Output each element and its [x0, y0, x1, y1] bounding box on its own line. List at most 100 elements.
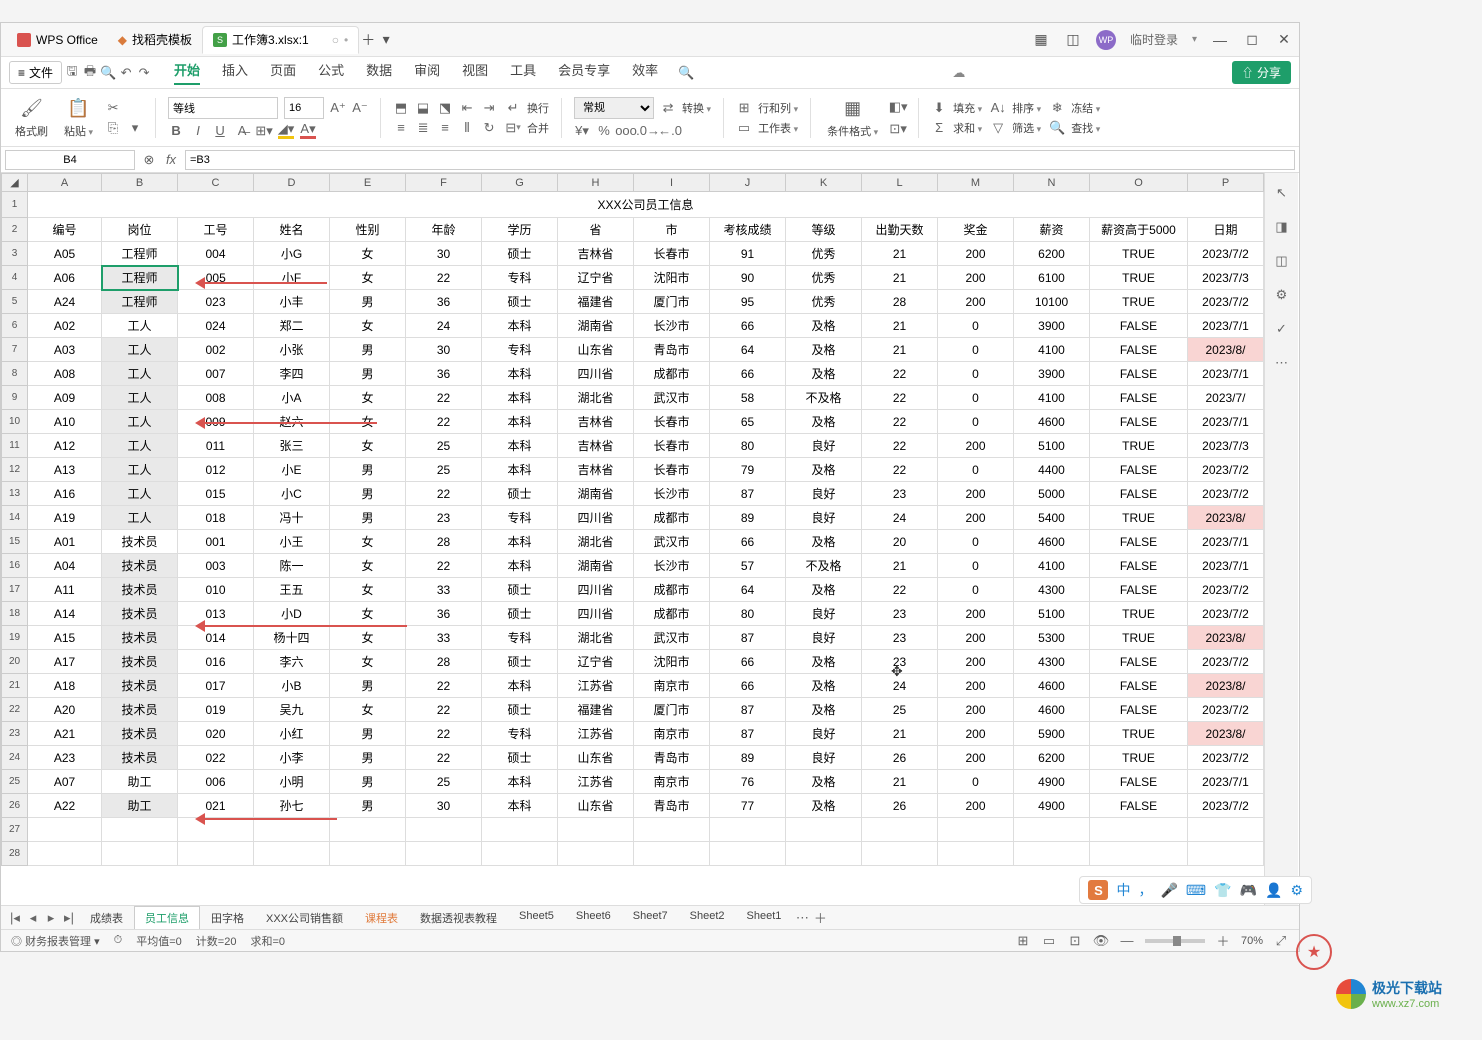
search-icon[interactable]: 🔍 — [678, 65, 694, 81]
cell[interactable]: 本科 — [482, 362, 558, 386]
cell[interactable]: 工人 — [102, 314, 178, 338]
menu-tab-4[interactable]: 数据 — [366, 60, 392, 85]
sheet-tab[interactable]: 成绩表 — [79, 906, 134, 930]
row-header[interactable]: 2 — [2, 218, 28, 242]
cell[interactable]: 南京市 — [634, 674, 710, 698]
cell[interactable]: 女 — [330, 434, 406, 458]
col-header-E[interactable]: E — [330, 174, 406, 192]
cell[interactable]: 吉林省 — [558, 458, 634, 482]
cell[interactable]: FALSE — [1090, 362, 1188, 386]
sb-select-icon[interactable]: ↖ — [1274, 185, 1290, 201]
cell[interactable]: 57 — [710, 554, 786, 578]
cell[interactable]: 专科 — [482, 338, 558, 362]
align-left-icon[interactable]: ≡ — [393, 120, 409, 136]
zoom-in-icon[interactable]: ＋ — [1215, 933, 1231, 949]
cell[interactable]: 及格 — [786, 650, 862, 674]
cell[interactable]: A09 — [28, 386, 102, 410]
cell[interactable]: FALSE — [1090, 458, 1188, 482]
cell[interactable]: 及格 — [786, 314, 862, 338]
cell[interactable]: 男 — [330, 290, 406, 314]
cell[interactable]: 良好 — [786, 722, 862, 746]
cell[interactable]: 福建省 — [558, 698, 634, 722]
copy-icon[interactable]: ⎘ — [105, 120, 121, 136]
cell[interactable]: 89 — [710, 746, 786, 770]
cell[interactable]: 湖南省 — [558, 482, 634, 506]
cell[interactable]: FALSE — [1090, 314, 1188, 338]
cell[interactable]: 女 — [330, 578, 406, 602]
sum-icon[interactable]: Σ — [931, 120, 947, 136]
cell[interactable]: 4600 — [1014, 698, 1090, 722]
cell[interactable]: 006 — [178, 770, 254, 794]
fill-icon[interactable]: ⬇ — [931, 100, 947, 116]
cell[interactable]: 66 — [710, 530, 786, 554]
cell[interactable]: A12 — [28, 434, 102, 458]
template-tab[interactable]: ◆ 找稻壳模板 — [108, 26, 202, 54]
cell[interactable]: 30 — [406, 794, 482, 818]
cell[interactable]: 男 — [330, 482, 406, 506]
cell[interactable]: 28 — [406, 530, 482, 554]
orientation-icon[interactable]: ↻ — [481, 120, 497, 136]
cell[interactable]: 山东省 — [558, 746, 634, 770]
cell[interactable]: 2023/8/ — [1188, 626, 1264, 650]
cell[interactable]: A13 — [28, 458, 102, 482]
cell[interactable]: 23 — [862, 626, 938, 650]
cell[interactable]: 002 — [178, 338, 254, 362]
fullscreen-icon[interactable]: ⤢ — [1273, 933, 1289, 949]
table-row[interactable]: 13A16工人015小C男22硕士湖南省长沙市87良好232005000FALS… — [2, 482, 1264, 506]
table-style-icon[interactable]: ⊡▾ — [890, 121, 906, 137]
cell[interactable]: FALSE — [1090, 770, 1188, 794]
cell[interactable]: 012 — [178, 458, 254, 482]
cell[interactable]: 王五 — [254, 578, 330, 602]
new-tab-button[interactable]: ＋ — [359, 31, 377, 49]
cell[interactable]: 4600 — [1014, 674, 1090, 698]
cell[interactable]: 及格 — [786, 362, 862, 386]
menu-tab-6[interactable]: 视图 — [462, 60, 488, 85]
cell[interactable]: 0 — [938, 554, 1014, 578]
sheet-tab[interactable]: 员工信息 — [134, 906, 200, 930]
cell[interactable]: 硕士 — [482, 650, 558, 674]
cell[interactable]: 5900 — [1014, 722, 1090, 746]
cell[interactable]: 李四 — [254, 362, 330, 386]
cell[interactable]: 本科 — [482, 314, 558, 338]
cell[interactable]: 22 — [406, 266, 482, 290]
ime-kb-icon[interactable]: ⌨ — [1186, 882, 1206, 899]
first-sheet-icon[interactable]: |◂ — [7, 910, 23, 926]
cell[interactable]: A24 — [28, 290, 102, 314]
row-header[interactable]: 24 — [2, 746, 28, 770]
col-header-C[interactable]: C — [178, 174, 254, 192]
align-top-icon[interactable]: ⬒ — [393, 100, 409, 116]
table-row[interactable]: 15A01技术员001小王女28本科湖北省武汉市66及格2004600FALSE… — [2, 530, 1264, 554]
cell[interactable]: FALSE — [1090, 530, 1188, 554]
cell[interactable]: 工人 — [102, 338, 178, 362]
cell[interactable]: A21 — [28, 722, 102, 746]
cell[interactable]: 四川省 — [558, 362, 634, 386]
cell[interactable]: 019 — [178, 698, 254, 722]
table-row[interactable]: 12A13工人012小E男25本科吉林省长春市79及格2204400FALSE2… — [2, 458, 1264, 482]
cell[interactable]: 女 — [330, 554, 406, 578]
cell[interactable]: 硕士 — [482, 602, 558, 626]
cell[interactable]: FALSE — [1090, 338, 1188, 362]
cell[interactable]: TRUE — [1090, 290, 1188, 314]
cell[interactable]: 硕士 — [482, 242, 558, 266]
cell[interactable]: 023 — [178, 290, 254, 314]
cell[interactable]: 本科 — [482, 554, 558, 578]
cell[interactable]: 四川省 — [558, 506, 634, 530]
cell[interactable]: 23 — [406, 506, 482, 530]
cell[interactable]: 长沙市 — [634, 482, 710, 506]
cell[interactable]: 男 — [330, 746, 406, 770]
table-row[interactable]: 24A23技术员022小李男22硕士山东省青岛市89良好262006200TRU… — [2, 746, 1264, 770]
row-header[interactable]: 11 — [2, 434, 28, 458]
cell[interactable]: 200 — [938, 434, 1014, 458]
cell[interactable]: 女 — [330, 266, 406, 290]
cell[interactable]: 不及格 — [786, 386, 862, 410]
cell[interactable]: 22 — [406, 554, 482, 578]
cell[interactable]: 200 — [938, 650, 1014, 674]
styles-icon[interactable]: ◧▾ — [890, 99, 906, 115]
cell[interactable]: 本科 — [482, 530, 558, 554]
row-header[interactable]: 19 — [2, 626, 28, 650]
cell[interactable]: 22 — [406, 410, 482, 434]
perf-icon[interactable]: ⏱ — [114, 934, 123, 947]
cloud-icon[interactable]: ☁ — [951, 65, 967, 81]
cell[interactable]: 200 — [938, 794, 1014, 818]
cell[interactable]: 2023/7/2 — [1188, 482, 1264, 506]
